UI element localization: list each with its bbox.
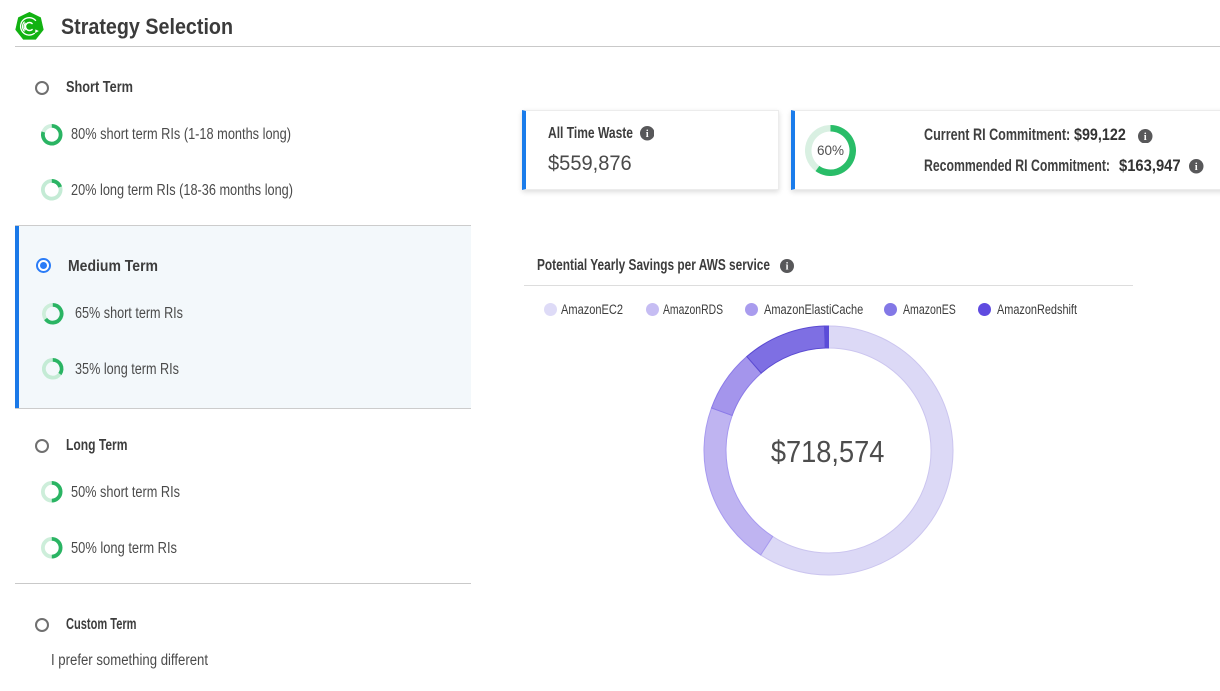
svg-text:i: i (1195, 162, 1198, 173)
svg-text:i: i (785, 261, 788, 272)
svg-text:i: i (645, 129, 648, 140)
svg-text:i: i (1144, 132, 1147, 143)
